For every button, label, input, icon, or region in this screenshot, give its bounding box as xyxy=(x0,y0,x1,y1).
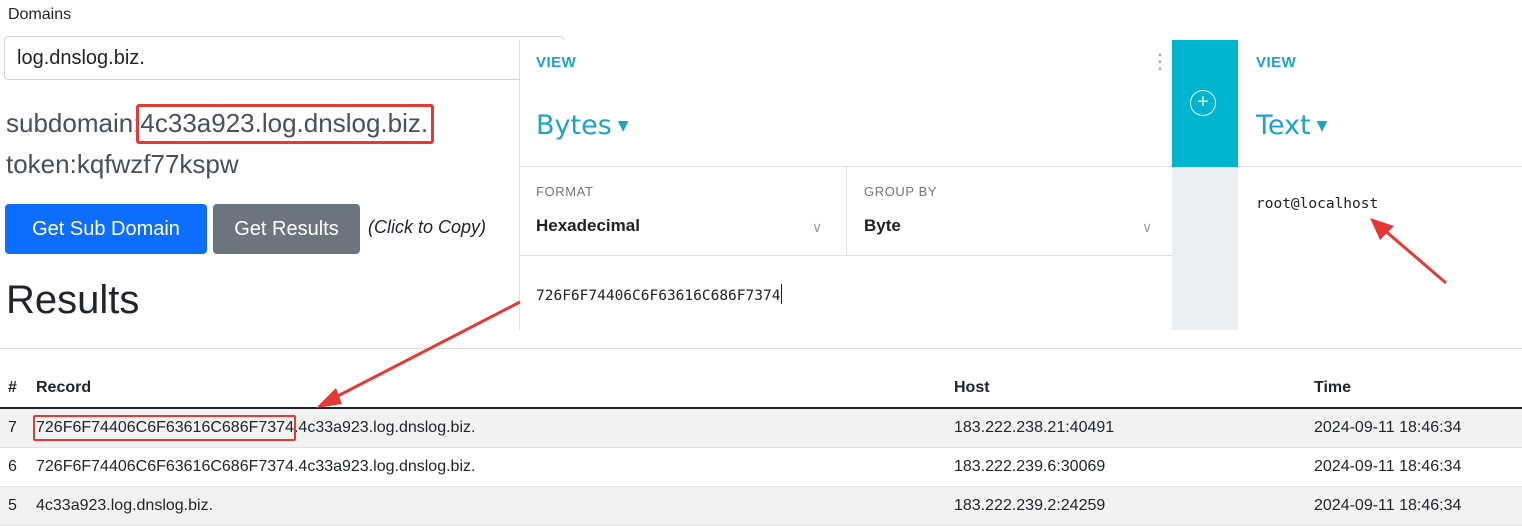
arrow-to-record xyxy=(316,300,521,408)
annotation-arrows xyxy=(316,218,1447,408)
arrow-to-output xyxy=(1370,218,1447,285)
